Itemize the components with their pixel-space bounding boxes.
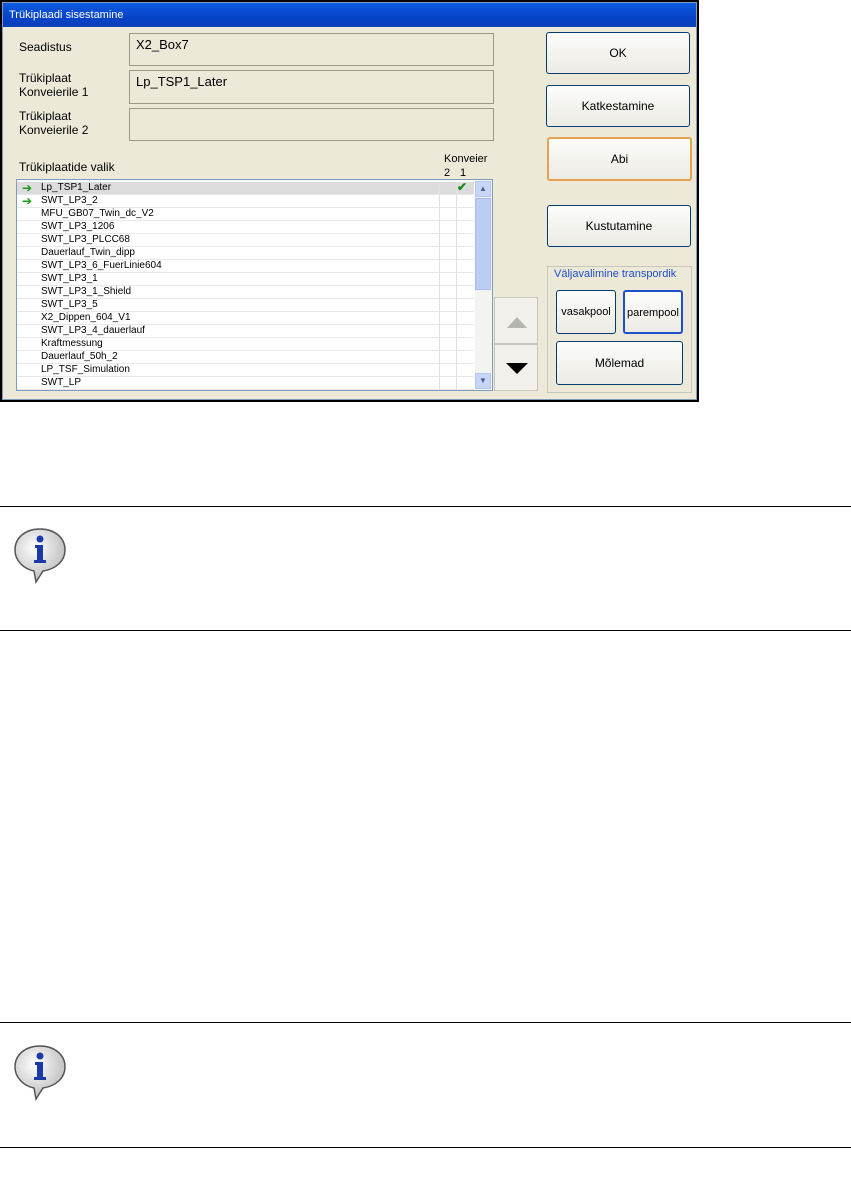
list-item[interactable]: ➔ SWT_LP3_2 bbox=[17, 195, 474, 208]
list-item[interactable]: Dauerlauf_50h_2 bbox=[17, 351, 474, 364]
list-item[interactable]: Kraftmessung bbox=[17, 338, 474, 351]
note-top-rule bbox=[0, 506, 851, 507]
note2-top-rule bbox=[0, 1022, 851, 1023]
scroll-thumb[interactable] bbox=[475, 198, 491, 290]
board-conveyor2-label-line2: Konveierile 2 bbox=[19, 123, 89, 137]
cancel-button[interactable]: Katkestamine bbox=[546, 85, 690, 127]
list-item[interactable]: SWT_LP3_6_FuerLinie604 bbox=[17, 260, 474, 273]
board-list[interactable]: ➔ Lp_TSP1_Later ✔ ➔ SWT_LP3_2 MFU_GB07_T… bbox=[16, 179, 493, 391]
board-conveyor1-label-line1: Trükiplaat bbox=[19, 71, 72, 85]
board-conveyor2-field[interactable] bbox=[129, 108, 494, 141]
list-item[interactable]: SWT_LP3_1 bbox=[17, 273, 474, 286]
move-down-button[interactable] bbox=[494, 344, 538, 391]
dialog-title: Trükiplaadi sisestamine bbox=[3, 3, 696, 27]
transport-selection-title: Väljavalimine transpordik bbox=[554, 268, 677, 280]
left-side-button[interactable]: vasakpool bbox=[556, 290, 616, 334]
list-item[interactable]: SWT_LP bbox=[17, 377, 474, 390]
list-item[interactable]: SWT_LP3_4_dauerlauf bbox=[17, 325, 474, 338]
board-conveyor1-field[interactable]: Lp_TSP1_Later bbox=[129, 70, 494, 104]
list-item[interactable]: X2_Dippen_604_V1 bbox=[17, 312, 474, 325]
help-button[interactable]: Abi bbox=[547, 137, 692, 181]
list-item[interactable]: SWT_LP3_1206 bbox=[17, 221, 474, 234]
list-item[interactable]: SWT_LP3_PLCC68 bbox=[17, 234, 474, 247]
list-item[interactable]: LP_TSF_Simulation bbox=[17, 364, 474, 377]
list-item[interactable]: SWT_LP3_5 bbox=[17, 299, 474, 312]
note-bottom-rule bbox=[0, 630, 851, 631]
green-arrow-icon: ➔ bbox=[22, 194, 33, 208]
info-speech-bubble-icon bbox=[14, 1045, 66, 1102]
triangle-down-icon bbox=[506, 363, 528, 374]
conveyor-column-header: Konveier bbox=[444, 153, 488, 165]
list-item[interactable]: ➔ Lp_TSP1_Later ✔ bbox=[17, 180, 474, 195]
list-item[interactable]: SWT_LP3_1_Shield bbox=[17, 286, 474, 299]
scroll-up-icon[interactable]: ▲ bbox=[475, 181, 491, 197]
delete-button[interactable]: Kustutamine bbox=[547, 205, 691, 247]
setup-field[interactable]: X2_Box7 bbox=[129, 33, 494, 66]
info-speech-bubble-icon bbox=[14, 528, 66, 585]
green-arrow-icon: ➔ bbox=[22, 181, 33, 195]
setup-label: Seadistus bbox=[19, 40, 72, 54]
scroll-down-icon[interactable]: ▼ bbox=[475, 373, 491, 389]
list-scrollbar[interactable]: ▲ ▼ bbox=[475, 180, 492, 390]
board-list-label: Trükiplaatide valik bbox=[19, 160, 115, 174]
conveyor1-column-header: 1 bbox=[460, 167, 467, 179]
conveyor2-column-header: 2 bbox=[444, 167, 451, 179]
ok-button[interactable]: OK bbox=[546, 32, 690, 74]
triangle-up-icon bbox=[507, 317, 527, 328]
green-check-icon: ✔ bbox=[457, 180, 468, 194]
board-conveyor2-label-line1: Trükiplaat bbox=[19, 109, 72, 123]
board-conveyor1-label-line2: Konveierile 1 bbox=[19, 85, 89, 99]
note2-bottom-rule bbox=[0, 1147, 851, 1148]
move-up-button[interactable] bbox=[494, 297, 538, 344]
list-item[interactable]: Dauerlauf_Twin_dipp bbox=[17, 247, 474, 260]
right-side-button[interactable]: parempool bbox=[623, 290, 683, 334]
both-sides-button[interactable]: Mõlemad bbox=[556, 341, 683, 385]
list-item[interactable]: MFU_GB07_Twin_dc_V2 bbox=[17, 208, 474, 221]
